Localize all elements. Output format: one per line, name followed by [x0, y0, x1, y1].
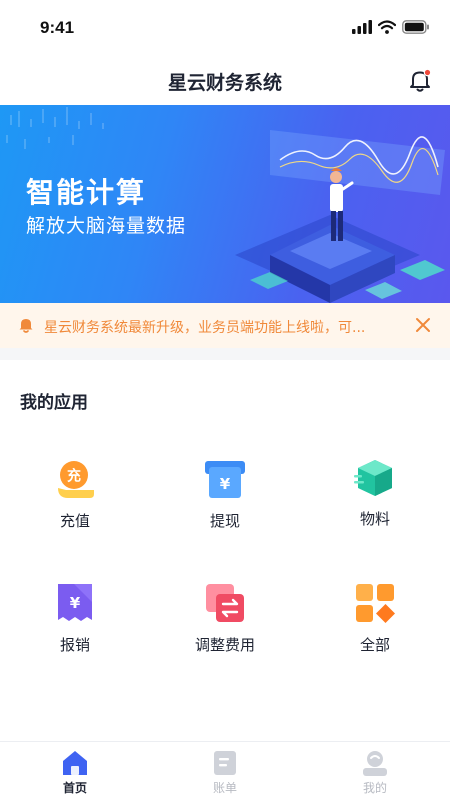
app-label: 全部 [359, 636, 390, 654]
status-bar: 9:41 [0, 0, 450, 58]
svg-text:充: 充 [67, 468, 81, 485]
tab-bar: 首页 账单 我的 [0, 741, 450, 800]
withdraw-icon: ¥ [205, 461, 245, 498]
tab-label: 我的 [362, 781, 387, 795]
app-withdraw[interactable]: ¥ 提现 [150, 458, 300, 558]
notice-bar[interactable]: 星云财务系统最新升级，业务员端功能上线啦，可... [0, 303, 450, 348]
signal-icon [352, 20, 372, 34]
app-materials[interactable]: 物料 [300, 458, 450, 558]
section-divider [0, 348, 450, 360]
tab-bill[interactable]: 账单 [150, 742, 300, 800]
app-reimburse[interactable]: ¥ 报销 [0, 582, 150, 682]
notice-text: 星云财务系统最新升级，业务员端功能上线啦，可... [44, 320, 366, 336]
app-label: 充值 [59, 512, 90, 530]
status-time: 9:41 [40, 18, 75, 37]
app-recharge[interactable]: 充 充值 [0, 458, 150, 558]
app-all[interactable]: 全部 [300, 582, 450, 682]
banner-subtitle: 解放大脑海量数据 [26, 215, 187, 237]
promo-banner[interactable]: 智能计算 解放大脑海量数据 [0, 105, 450, 303]
tab-profile[interactable]: 我的 [300, 742, 450, 800]
battery-icon [402, 20, 429, 34]
close-icon [416, 318, 430, 332]
bell-icon [410, 68, 432, 92]
tab-home[interactable]: 首页 [0, 742, 150, 800]
app-label: 物料 [359, 510, 390, 528]
notice-bell-icon [19, 319, 33, 333]
tab-label: 账单 [212, 781, 237, 795]
svg-text:¥: ¥ [70, 594, 81, 612]
section-title: 我的应用 [20, 393, 88, 413]
adjust-fee-icon [206, 584, 244, 622]
tab-label: 首页 [62, 781, 87, 795]
nav-header: 星云财务系统 [0, 58, 450, 104]
page-title: 星云财务系统 [167, 72, 282, 94]
recharge-icon: 充 [58, 461, 94, 498]
materials-icon [354, 460, 392, 496]
wifi-icon [378, 20, 396, 34]
home-icon [63, 751, 87, 775]
profile-icon [363, 751, 387, 776]
notice-close-button[interactable] [414, 316, 432, 334]
reimburse-icon: ¥ [58, 584, 92, 621]
app-label: 报销 [59, 636, 90, 654]
status-icons [352, 20, 430, 34]
app-label: 提现 [209, 512, 240, 530]
banner-title: 智能计算 [26, 176, 147, 209]
notification-button[interactable] [406, 66, 434, 94]
app-adjust-fee[interactable]: 调整费用 [150, 582, 300, 682]
svg-text:¥: ¥ [220, 475, 231, 493]
all-apps-icon [356, 584, 395, 623]
bill-icon [214, 751, 236, 775]
app-label: 调整费用 [194, 636, 255, 654]
